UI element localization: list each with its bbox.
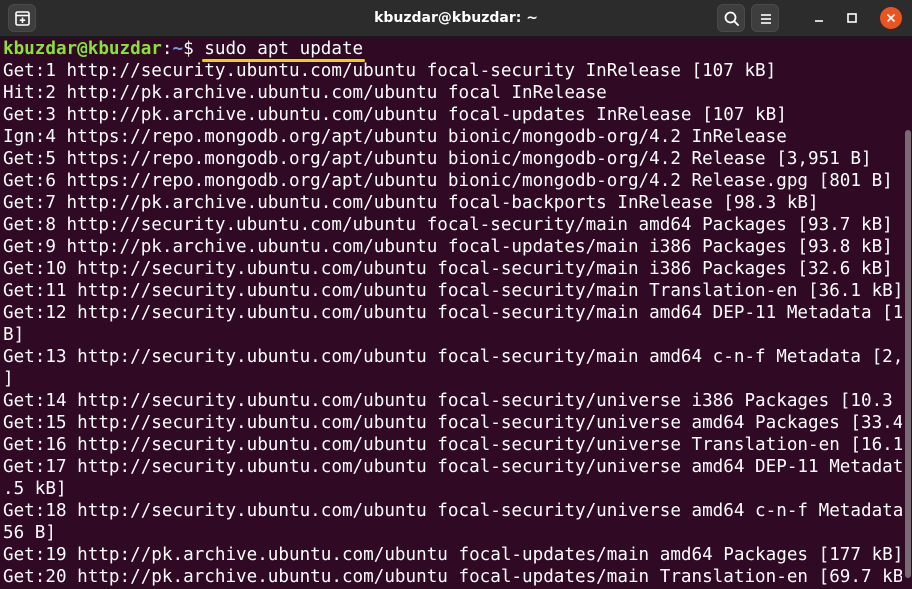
prompt-path: ~ xyxy=(172,39,184,59)
search-button[interactable] xyxy=(717,4,745,32)
output-line: Get:20 http://pk.archive.ubuntu.com/ubun… xyxy=(3,567,902,587)
output-line: Get:6 https://repo.mongodb.org/apt/ubunt… xyxy=(3,171,893,191)
prompt-colon: : xyxy=(161,39,173,59)
command-text: sudo apt update xyxy=(202,39,366,62)
output-line: Get:11 http://security.ubuntu.com/ubuntu… xyxy=(3,281,902,301)
output-line: Get:5 https://repo.mongodb.org/apt/ubunt… xyxy=(3,149,872,169)
prompt-line: kbuzdar@kbuzdar:~$ sudo apt update xyxy=(3,38,902,62)
output-line: Ign:4 https://repo.mongodb.org/apt/ubunt… xyxy=(3,127,787,147)
output-line: Hit:2 http://pk.archive.ubuntu.com/ubunt… xyxy=(3,83,607,103)
output-line: Get:19 http://pk.archive.ubuntu.com/ubun… xyxy=(3,545,902,565)
output-line: Get:10 http://security.ubuntu.com/ubuntu… xyxy=(3,259,893,279)
output-line: Get:3 http://pk.archive.ubuntu.com/ubunt… xyxy=(3,105,787,125)
output-line: Get:18 http://security.ubuntu.com/ubuntu… xyxy=(3,501,902,521)
minimize-icon xyxy=(815,20,823,22)
terminal-output-area[interactable]: kbuzdar@kbuzdar:~$ sudo apt update Get:1… xyxy=(0,38,902,589)
terminal-window: kbuzdar@kbuzdar: ~ kbuzdar@kbuzdar:~$ su… xyxy=(0,0,912,589)
output-line: Get:13 http://security.ubuntu.com/ubuntu… xyxy=(3,347,902,367)
output-line: 56 B] xyxy=(3,523,56,543)
title-bar: kbuzdar@kbuzdar: ~ xyxy=(0,0,912,37)
output-line: Get:12 http://security.ubuntu.com/ubuntu… xyxy=(3,303,902,323)
output-line: Get:7 http://pk.archive.ubuntu.com/ubunt… xyxy=(3,193,819,213)
output-line: B] xyxy=(3,325,25,345)
prompt-user-host: kbuzdar@kbuzdar xyxy=(3,39,162,59)
maximize-button[interactable] xyxy=(842,8,862,28)
output-line: Get:17 http://security.ubuntu.com/ubuntu… xyxy=(3,457,902,477)
hamburger-menu-icon xyxy=(761,14,771,24)
maximize-icon xyxy=(847,13,857,23)
output-line: Get:1 http://security.ubuntu.com/ubuntu … xyxy=(3,61,777,81)
prompt-symbol: $ xyxy=(183,39,205,59)
search-icon xyxy=(724,11,739,26)
output-line: Get:9 http://pk.archive.ubuntu.com/ubunt… xyxy=(3,237,893,257)
minimize-button[interactable] xyxy=(809,8,829,28)
close-icon xyxy=(886,13,896,23)
output-line: Get:16 http://security.ubuntu.com/ubuntu… xyxy=(3,435,902,455)
menu-button[interactable] xyxy=(751,4,779,32)
close-button[interactable] xyxy=(880,7,902,29)
output-line: Get:15 http://security.ubuntu.com/ubuntu… xyxy=(3,413,902,433)
scrollbar[interactable] xyxy=(902,38,912,589)
output-line: Get:8 http://security.ubuntu.com/ubuntu … xyxy=(3,215,893,235)
output-line: Get:14 http://security.ubuntu.com/ubuntu… xyxy=(3,391,902,411)
scrollbar-thumb[interactable] xyxy=(905,130,911,578)
output-line: ] xyxy=(3,369,14,389)
output-line: .5 kB] xyxy=(3,479,67,499)
